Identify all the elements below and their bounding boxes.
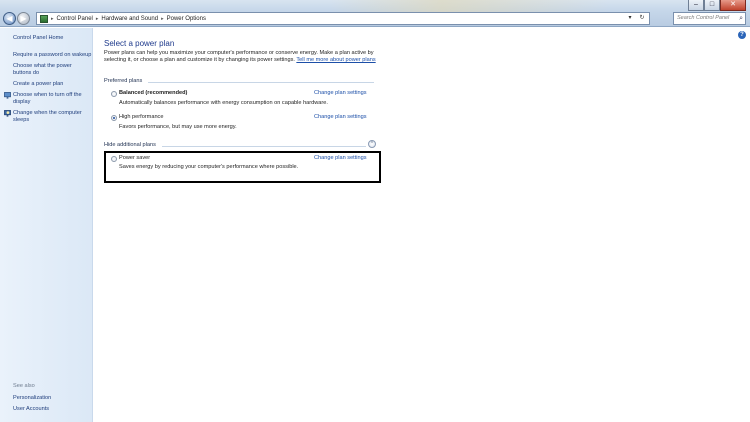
sidebar-item-require-password[interactable]: Require a password on wakeup [13, 52, 91, 59]
collapse-chevron-icon[interactable]: ⌃ [368, 140, 376, 148]
balanced-radio[interactable] [111, 91, 117, 97]
plan-description-high-performance: Favors performance, but may use more ene… [119, 124, 237, 130]
tell-me-more-link[interactable]: Tell me more about power plans [296, 57, 375, 63]
window-titlebar: – □ ✕ ◀ ▶ ▸ Control Panel ▸ Hardware and… [0, 0, 750, 27]
maximize-button[interactable]: □ [704, 0, 720, 11]
high-performance-radio[interactable] [111, 115, 117, 121]
page-description: Power plans can help you maximize your c… [104, 50, 379, 64]
breadcrumb-control-panel[interactable]: Control Panel [57, 16, 93, 22]
preferred-plans-header: Preferred plans [104, 78, 143, 84]
change-plan-settings-balanced-link[interactable]: Change plan settings [314, 90, 367, 96]
control-panel-home-link[interactable]: Control Panel Home [13, 35, 63, 42]
see-also-user-accounts-link[interactable]: User Accounts [13, 406, 49, 413]
sidebar-item-turn-off-display[interactable]: Choose when to turn off the display [13, 92, 88, 106]
left-navigation-pane: Control Panel Home Require a password on… [0, 28, 93, 422]
monitor-icon [4, 92, 11, 99]
close-button[interactable]: ✕ [720, 0, 746, 11]
minimize-button[interactable]: – [688, 0, 704, 11]
group-divider [148, 82, 374, 83]
search-placeholder: Search Control Panel [677, 15, 730, 21]
breadcrumb-power-options[interactable]: Power Options [167, 16, 206, 22]
plan-name-balanced[interactable]: Balanced (recommended) [119, 90, 187, 96]
control-panel-icon [40, 14, 48, 23]
search-icon[interactable]: ⌕ [739, 13, 743, 24]
moon-icon [4, 110, 11, 117]
see-also-heading: See also [13, 383, 35, 389]
group-divider [162, 146, 366, 147]
forward-button[interactable]: ▶ [17, 12, 30, 25]
window-controls: – □ ✕ [688, 0, 746, 11]
sidebar-item-computer-sleeps[interactable]: Change when the computer sleeps [13, 110, 88, 124]
sidebar-item-power-buttons[interactable]: Choose what the power buttons do [13, 63, 85, 77]
power-saver-radio[interactable] [111, 156, 117, 162]
change-plan-settings-power-saver-link[interactable]: Change plan settings [314, 155, 367, 161]
address-bar[interactable]: ▸ Control Panel ▸ Hardware and Sound ▸ P… [36, 12, 650, 25]
back-button[interactable]: ◀ [3, 12, 16, 25]
search-input[interactable]: Search Control Panel ⌕ [673, 12, 746, 25]
titlebar-background-decoration [330, 0, 610, 12]
plan-description-power-saver: Saves energy by reducing your computer's… [119, 164, 299, 170]
back-arrow-icon: ◀ [6, 14, 13, 23]
address-dropdown-button[interactable]: ▾ [625, 14, 635, 23]
plan-name-power-saver[interactable]: Power saver [119, 155, 150, 161]
help-icon[interactable]: ? [738, 31, 746, 39]
breadcrumb-separator[interactable]: ▸ [161, 16, 164, 22]
plan-description-balanced: Automatically balances performance with … [119, 100, 328, 106]
page-title: Select a power plan [104, 39, 175, 48]
forward-arrow-icon: ▶ [20, 14, 27, 23]
address-bar-controls: ▾ ↻ [625, 14, 647, 23]
breadcrumb-separator[interactable]: ▸ [51, 16, 54, 22]
sidebar-item-create-plan[interactable]: Create a power plan [13, 81, 63, 88]
see-also-personalization-link[interactable]: Personalization [13, 395, 51, 402]
breadcrumb-separator[interactable]: ▸ [96, 16, 99, 22]
refresh-button[interactable]: ↻ [637, 14, 647, 23]
plan-name-high-performance[interactable]: High performance [119, 114, 163, 120]
hide-additional-plans-header[interactable]: Hide additional plans [104, 142, 156, 148]
breadcrumb-hardware-and-sound[interactable]: Hardware and Sound [101, 16, 158, 22]
change-plan-settings-high-performance-link[interactable]: Change plan settings [314, 114, 367, 120]
